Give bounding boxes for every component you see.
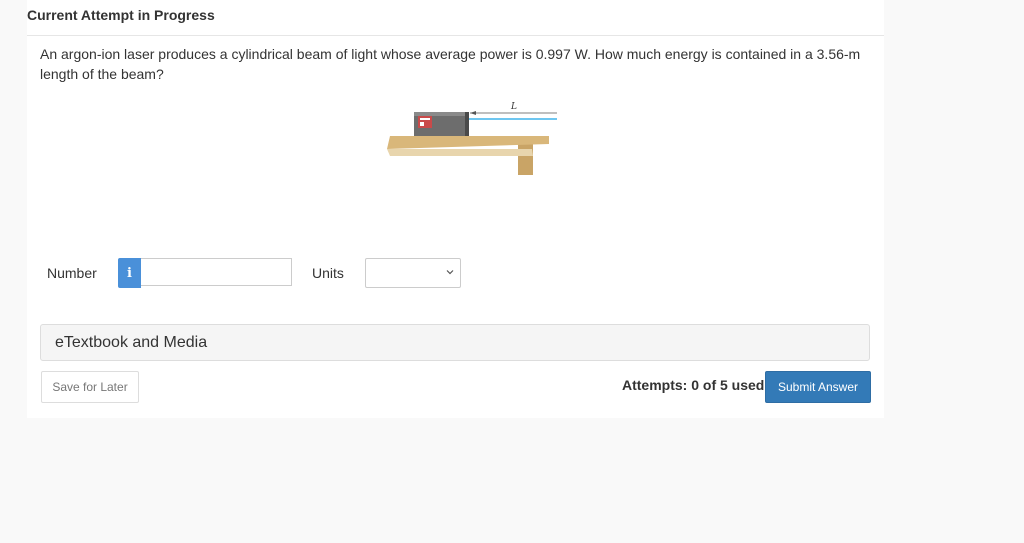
page-title: Current Attempt in Progress xyxy=(27,7,215,23)
save-for-later-button[interactable]: Save for Later xyxy=(41,371,139,403)
laser-figure: L xyxy=(357,97,575,182)
question-text: An argon-ion laser produces a cylindrica… xyxy=(40,46,861,82)
attempts-counter: Attempts: 0 of 5 used xyxy=(622,377,765,393)
chevron-down-icon xyxy=(446,270,454,275)
units-select[interactable] xyxy=(365,258,461,288)
table-shadow xyxy=(387,149,533,156)
length-label: L xyxy=(510,102,517,112)
number-label: Number xyxy=(47,265,97,281)
table-leg xyxy=(518,143,533,175)
number-input[interactable] xyxy=(141,258,292,286)
laser-illustration: L xyxy=(387,102,575,175)
etextbook-label: eTextbook and Media xyxy=(55,334,208,351)
answer-row: Number i Units xyxy=(47,258,547,288)
info-button[interactable]: i xyxy=(118,258,141,288)
units-label: Units xyxy=(312,265,344,281)
info-icon: i xyxy=(127,265,132,281)
etextbook-media-panel[interactable]: eTextbook and Media xyxy=(40,324,870,361)
card-header: Current Attempt in Progress xyxy=(27,0,884,36)
question-card: Current Attempt in Progress An argon-ion… xyxy=(27,0,884,418)
submit-answer-button[interactable]: Submit Answer xyxy=(765,371,871,403)
